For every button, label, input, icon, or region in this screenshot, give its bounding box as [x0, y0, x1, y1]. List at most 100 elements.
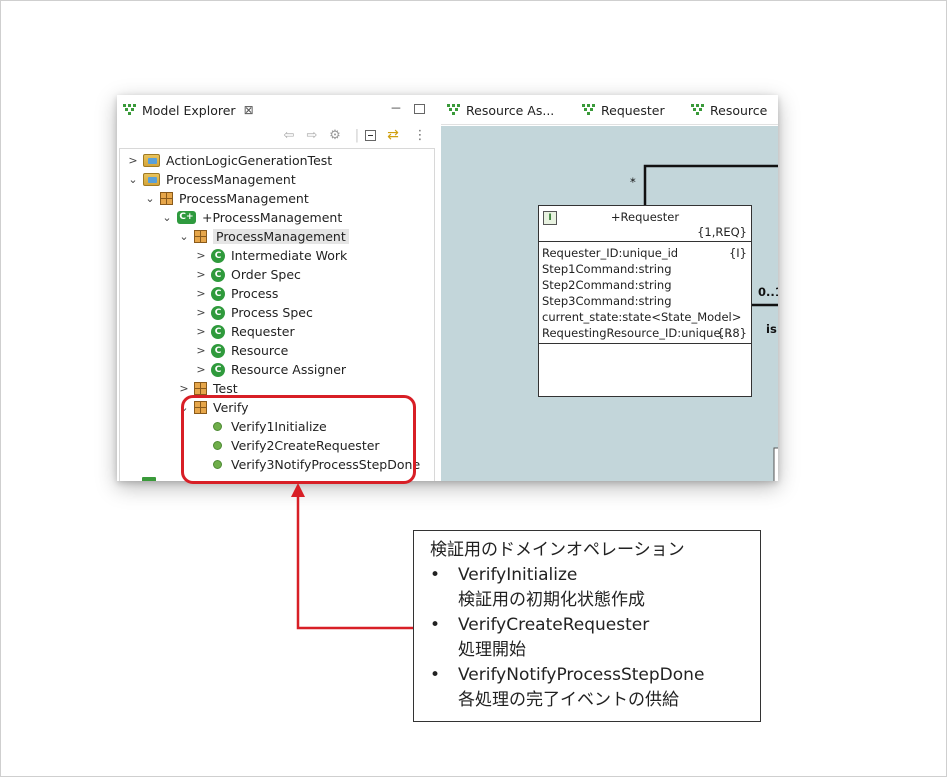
attribute: current_state:state<State_Model>: [542, 310, 742, 324]
attribute: Step3Command:string: [542, 294, 672, 308]
chevron-right-icon[interactable]: >: [194, 249, 208, 262]
maximize-icon[interactable]: [411, 101, 427, 117]
bullet: •: [430, 665, 441, 685]
chevron-down-icon[interactable]: ⌄: [160, 211, 174, 224]
attribute: Requester_ID:unique_id: [542, 246, 679, 260]
sync-icon[interactable]: ⇄: [385, 127, 401, 143]
tree-node-class[interactable]: > C Resource Assigner: [194, 360, 346, 379]
editor-tabbar: Resource As... Requester Resource: [441, 95, 778, 125]
diagram-icon: [447, 104, 461, 116]
diagram-icon: [582, 104, 596, 116]
association-label: is: [766, 322, 777, 336]
class-icon: C: [211, 324, 225, 339]
explorer-tabbar: Model Explorer ⊠ ─: [117, 95, 437, 125]
tab-model-explorer[interactable]: Model Explorer ⊠: [123, 98, 254, 122]
bullet: •: [430, 565, 441, 585]
chevron-down-icon[interactable]: ⌄: [126, 173, 140, 186]
tree-node-label: Order Spec: [231, 267, 301, 282]
package-icon: [194, 382, 207, 395]
class-icon: C: [211, 362, 225, 377]
callout-item: • VerifyNotifyProcessStepDone 各処理の完了イベント…: [430, 663, 748, 713]
diagram-icon: [691, 104, 705, 116]
tab-resource[interactable]: Resource: [691, 98, 767, 122]
class-keyletters: {1,REQ}: [697, 225, 747, 239]
tab-requester[interactable]: Requester: [582, 98, 665, 122]
class-name: +Requester: [610, 210, 680, 224]
tree-node-component[interactable]: ⌄ C+ +ProcessManagement: [160, 208, 342, 227]
back-icon[interactable]: ⇦: [281, 127, 297, 143]
tree-node-class[interactable]: > C Process Spec: [194, 303, 312, 322]
class-icon: C: [211, 305, 225, 320]
tab-resource-assigner[interactable]: Resource As...: [447, 98, 554, 122]
class-icon: C: [211, 343, 225, 358]
operation-description: 検証用の初期化状態作成: [458, 590, 645, 610]
link-editor-icon[interactable]: ⚙: [327, 127, 343, 143]
bullet: •: [430, 615, 441, 635]
tree-node-label: +ProcessManagement: [202, 210, 343, 225]
tree-node-project[interactable]: ⌄ ProcessManagement: [126, 170, 295, 189]
tree-node-class[interactable]: > C Process: [194, 284, 278, 303]
model-explorer-icon: [123, 104, 137, 116]
close-icon[interactable]: ⊠: [244, 103, 254, 117]
chevron-down-icon[interactable]: ⌄: [143, 192, 157, 205]
attribute-tag: {R8}: [717, 326, 747, 340]
tree-node-label: ActionLogicGenerationTest: [166, 153, 333, 168]
project-folder-icon: [143, 173, 160, 186]
chevron-right-icon[interactable]: >: [177, 382, 191, 395]
package-icon: [160, 192, 173, 205]
callout-item: • VerifyCreateRequester 処理開始: [430, 613, 748, 663]
operation-description: 各処理の完了イベントの供給: [458, 690, 679, 710]
verify-highlight-box: [181, 395, 416, 484]
chevron-right-icon[interactable]: >: [194, 268, 208, 281]
class-icon: C: [211, 267, 225, 282]
tree-node-package[interactable]: ⌄ ProcessManagement: [143, 189, 309, 208]
chevron-right-icon[interactable]: >: [194, 306, 208, 319]
tree-node-label: ProcessManagement: [179, 191, 309, 206]
class-header: I +Requester {1,REQ}: [539, 206, 751, 242]
diagram-canvas[interactable]: * 0..1 is I +Requester {1,REQ} Requester…: [441, 126, 778, 481]
chevron-right-icon[interactable]: >: [194, 344, 208, 357]
callout-item: • VerifyInitialize 検証用の初期化状態作成: [430, 563, 748, 613]
operation-name: VerifyNotifyProcessStepDone: [458, 665, 705, 685]
view-menu-icon[interactable]: ⋮: [412, 127, 428, 143]
operation-name: VerifyInitialize: [458, 565, 578, 585]
tree-node-class[interactable]: > C Order Spec: [194, 265, 301, 284]
callout-title: 検証用のドメインオペレーション: [430, 540, 685, 560]
class-icon: C: [211, 248, 225, 263]
package-icon: [194, 230, 207, 243]
chevron-down-icon[interactable]: ⌄: [177, 230, 191, 243]
tree-node-class[interactable]: > C Resource: [194, 341, 288, 360]
chevron-right-icon[interactable]: >: [126, 154, 140, 167]
tree-node-label: Requester: [231, 324, 295, 339]
attribute: RequestingResource_ID:unique...: [542, 326, 732, 340]
tree-node-label: Process: [231, 286, 279, 301]
tree-node-project[interactable]: > ActionLogicGenerationTest: [126, 151, 332, 170]
tree-node-label: Intermediate Work: [231, 248, 348, 263]
class-requester[interactable]: I +Requester {1,REQ} Requester_ID:unique…: [538, 205, 752, 397]
tree-node-class[interactable]: > C Intermediate Work: [194, 246, 347, 265]
tab-label: Resource As...: [466, 102, 555, 118]
annotation-callout: 検証用のドメインオペレーション • VerifyInitialize 検証用の初…: [413, 530, 761, 722]
tree-node-label: Test: [213, 381, 238, 396]
chevron-right-icon[interactable]: >: [194, 363, 208, 376]
collapse-all-icon[interactable]: [362, 127, 378, 143]
class-attributes: Requester_ID:unique_id {I} Step1Command:…: [539, 242, 751, 344]
partial-folder-icon: [142, 477, 156, 481]
tab-label: Model Explorer: [142, 102, 236, 118]
tree-node-class[interactable]: > C Requester: [194, 322, 295, 341]
tree-node-label: Resource: [231, 343, 289, 358]
chevron-right-icon[interactable]: >: [194, 325, 208, 338]
chevron-right-icon[interactable]: >: [194, 287, 208, 300]
attribute: Step2Command:string: [542, 278, 672, 292]
minimize-icon[interactable]: ─: [388, 101, 404, 117]
tab-label: Resource: [710, 102, 768, 118]
attribute: Step1Command:string: [542, 262, 672, 276]
forward-icon[interactable]: ⇨: [304, 127, 320, 143]
project-folder-icon: [143, 154, 160, 167]
tree-node-label: ProcessManagement: [213, 229, 349, 244]
callout-list: • VerifyInitialize 検証用の初期化状態作成 • VerifyC…: [430, 563, 748, 713]
tree-node-label: Resource Assigner: [231, 362, 347, 377]
diagram-editor-panel: Resource As... Requester Resource * 0..1…: [441, 95, 778, 481]
tree-node-package[interactable]: ⌄ ProcessManagement: [177, 227, 349, 246]
component-icon: C+: [177, 211, 196, 224]
